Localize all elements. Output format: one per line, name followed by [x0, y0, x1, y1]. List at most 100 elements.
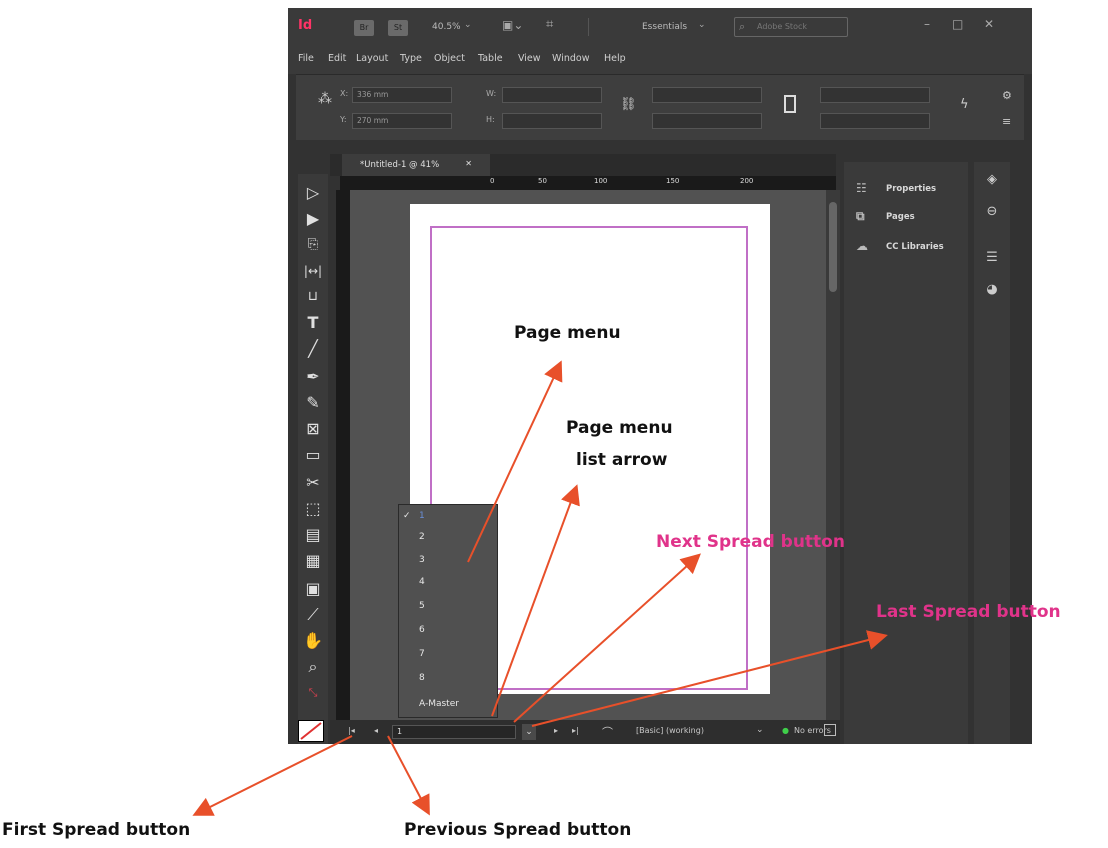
preflight-gauge-icon[interactable]: ⌒: [602, 724, 613, 740]
page-menu-field[interactable]: 1: [392, 725, 516, 739]
free-transform-tool-icon[interactable]: ⬚: [298, 496, 328, 522]
pages-icon: ⧉: [856, 209, 865, 223]
search-icon: ⌕: [739, 20, 746, 33]
menu-help[interactable]: Help: [604, 53, 626, 64]
quick-apply-icon[interactable]: ϟ: [960, 97, 969, 112]
panel-cc-libraries[interactable]: ☁ CC Libraries: [844, 234, 968, 260]
zoom-dropdown-icon[interactable]: ⌄: [464, 20, 472, 30]
zoom-level[interactable]: 40.5%: [432, 22, 461, 32]
type-tool-icon[interactable]: T: [298, 310, 328, 336]
adobe-stock-search[interactable]: ⌕ Adobe Stock: [734, 17, 848, 37]
gear-icon[interactable]: ⚙: [1002, 89, 1012, 102]
workspace-dropdown-icon[interactable]: ⌄: [698, 20, 706, 30]
fill-stroke-swatch[interactable]: [298, 720, 324, 742]
page-menu-item[interactable]: 3: [419, 555, 425, 565]
note-tool-icon[interactable]: ▣: [298, 576, 328, 602]
gap-tool-icon[interactable]: |↔|: [298, 258, 328, 284]
ruler-mark: 150: [666, 177, 680, 185]
scissors-tool-icon[interactable]: ✂: [298, 470, 328, 496]
width-field[interactable]: [502, 87, 602, 103]
constrain-proportions-icon[interactable]: ⛓: [620, 97, 637, 112]
zoom-tool-icon[interactable]: ⌕: [298, 654, 328, 680]
close-icon[interactable]: ✕: [984, 17, 994, 31]
page-menu-item[interactable]: 5: [419, 601, 425, 611]
page-menu-list-arrow[interactable]: ⌄: [522, 724, 536, 740]
none-swatch-icon: [300, 722, 322, 740]
minimize-icon[interactable]: –: [924, 17, 930, 31]
maximize-icon[interactable]: □: [952, 17, 963, 31]
direct-selection-tool-icon[interactable]: ▶: [298, 206, 328, 232]
document-tab[interactable]: *Untitled-1 @ 41% ✕: [342, 154, 490, 176]
menu-object[interactable]: Object: [434, 53, 465, 64]
arrow-previous-spread: [387, 735, 430, 816]
stroke-icon[interactable]: ☰: [982, 250, 1002, 265]
page-menu-item[interactable]: 4: [419, 577, 425, 587]
hand-tool-icon[interactable]: ✋: [298, 628, 328, 654]
content-collector-icon[interactable]: ⊔: [298, 284, 328, 310]
preflight-panel-icon[interactable]: [824, 724, 836, 736]
page-menu-item[interactable]: 7: [419, 649, 425, 659]
previous-spread-button[interactable]: ◂: [374, 726, 378, 735]
scale-x-field[interactable]: [652, 87, 762, 103]
page-menu-item[interactable]: 1: [419, 511, 425, 521]
y-label: Y:: [340, 115, 347, 124]
panel-pages[interactable]: ⧉ Pages: [844, 204, 968, 230]
pencil-tool-icon[interactable]: ✎: [298, 390, 328, 416]
preflight-profile[interactable]: [Basic] (working): [636, 726, 704, 735]
menu-file[interactable]: File: [298, 53, 314, 64]
rotation-angle-field[interactable]: [820, 87, 930, 103]
scrollbar-thumb[interactable]: [829, 202, 837, 292]
menu-view[interactable]: View: [518, 53, 541, 64]
gradient-swatch-tool-icon[interactable]: ▤: [298, 522, 328, 548]
last-spread-button[interactable]: ▸|: [572, 726, 579, 735]
menu-edit[interactable]: Edit: [328, 53, 346, 64]
scale-y-field[interactable]: [652, 113, 762, 129]
line-tool-icon[interactable]: ╱: [298, 336, 328, 362]
screen-mode-icon[interactable]: ⌗: [546, 17, 553, 32]
document-tab-title: *Untitled-1 @ 41%: [360, 160, 440, 170]
page-menu-item-a-master[interactable]: A-Master: [419, 699, 459, 709]
toolbar-divider: [588, 18, 589, 36]
rectangle-frame-tool-icon[interactable]: ⊠: [298, 416, 328, 442]
rectangle-tool-icon[interactable]: ▭: [298, 442, 328, 468]
stock-button[interactable]: St: [388, 20, 408, 36]
close-tab-icon[interactable]: ✕: [465, 159, 472, 168]
w-label: W:: [486, 89, 497, 98]
pen-tool-icon[interactable]: ✒: [298, 364, 328, 390]
menu-layout[interactable]: Layout: [356, 53, 388, 64]
frame-fitting-icon[interactable]: [784, 95, 796, 113]
menu-type[interactable]: Type: [400, 53, 422, 64]
page-menu-item[interactable]: 8: [419, 673, 425, 683]
y-position-field[interactable]: 270 mm: [352, 113, 452, 129]
reference-point-icon[interactable]: ⁂: [318, 91, 332, 107]
gradient-feather-tool-icon[interactable]: ▦: [298, 548, 328, 574]
ruler-mark: 100: [594, 177, 608, 185]
workspace-switcher[interactable]: Essentials: [642, 22, 687, 32]
bridge-button[interactable]: Br: [354, 20, 374, 36]
page-tool-icon[interactable]: ⎘: [298, 232, 328, 258]
panel-properties[interactable]: ☷ Properties: [844, 176, 968, 202]
first-spread-button[interactable]: |◂: [348, 726, 355, 735]
eyedropper-tool-icon[interactable]: ⟋: [298, 602, 328, 628]
layers-icon[interactable]: ◈: [982, 172, 1002, 187]
panel-menu-icon[interactable]: ≡: [1002, 115, 1011, 128]
menu-window[interactable]: Window: [552, 53, 589, 64]
panel-cc-libraries-label: CC Libraries: [886, 242, 944, 252]
page-menu-item[interactable]: 2: [419, 532, 425, 542]
next-spread-button[interactable]: ▸: [554, 726, 558, 735]
horizontal-ruler: 0 50 100 150 200: [340, 176, 836, 190]
height-field[interactable]: [502, 113, 602, 129]
vertical-ruler: [336, 190, 350, 720]
menu-table[interactable]: Table: [478, 53, 503, 64]
vertical-scrollbar[interactable]: [826, 190, 840, 720]
view-options-icon[interactable]: ▣⌄: [502, 18, 523, 32]
tools-panel: ▷ ▶ ⎘ |↔| ⊔ T ╱ ✒ ✎ ⊠ ▭ ✂ ⬚ ▤ ▦ ▣ ⟋ ✋ ⌕ …: [298, 174, 328, 744]
links-icon[interactable]: ⊖: [982, 204, 1002, 219]
page-menu-item[interactable]: 6: [419, 625, 425, 635]
shear-angle-field[interactable]: [820, 113, 930, 129]
selection-tool-icon[interactable]: ▷: [298, 180, 328, 206]
profile-dropdown-icon[interactable]: ⌄: [756, 725, 764, 735]
default-fill-stroke-icon[interactable]: ⤡: [298, 680, 328, 706]
swatches-icon[interactable]: ◕: [982, 282, 1002, 297]
x-position-field[interactable]: 336 mm: [352, 87, 452, 103]
